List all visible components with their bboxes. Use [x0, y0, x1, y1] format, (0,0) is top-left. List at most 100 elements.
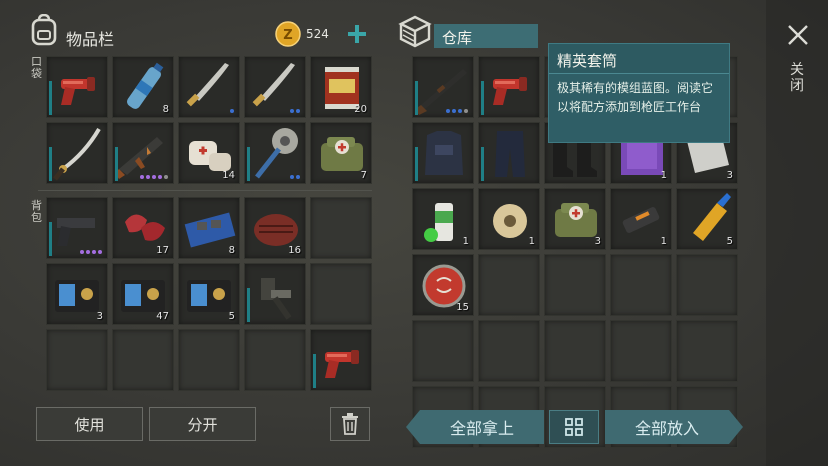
rarity-dot [296, 109, 300, 113]
put-all-button[interactable]: 全部放入 [605, 410, 743, 444]
split-button[interactable]: 分开 [149, 407, 256, 441]
flare-gun-icon [61, 77, 95, 105]
storage-slot[interactable] [412, 122, 474, 184]
storage-slot[interactable] [676, 320, 738, 382]
use-button[interactable]: 使用 [36, 407, 143, 441]
item-count: 1 [462, 236, 469, 247]
storage-slot[interactable] [676, 254, 738, 316]
pocket-grid: 8 20 14 7 [46, 56, 372, 184]
item-count: 8 [228, 245, 235, 256]
storage-slot[interactable] [478, 122, 540, 184]
backpack-slot[interactable] [112, 329, 174, 391]
storage-slot[interactable]: 1 [478, 188, 540, 250]
storage-slot[interactable]: 15 [412, 254, 474, 316]
trash-icon [342, 413, 358, 435]
condition-bar [49, 222, 52, 256]
storage-slot[interactable] [610, 254, 672, 316]
trash-button[interactable] [330, 407, 370, 441]
pocket-slot[interactable]: 20 [310, 56, 372, 118]
backpack-slot[interactable] [244, 263, 306, 325]
storage-slot[interactable] [610, 320, 672, 382]
storage-title: 仓库 [442, 29, 473, 47]
rarity-dots [290, 109, 300, 113]
rarity-dot [464, 109, 468, 113]
backpack-label: 背包 [31, 199, 42, 224]
item-count: 47 [156, 311, 169, 322]
armor-vest-icon [425, 131, 463, 175]
backpack-slot[interactable]: 17 [112, 197, 174, 259]
storage-slot[interactable] [412, 320, 474, 382]
rarity-dots [140, 175, 168, 179]
condition-bar [415, 147, 418, 181]
condition-bar [481, 81, 484, 115]
flare-gun-icon [493, 77, 527, 105]
pocket-slot[interactable] [112, 122, 174, 184]
tooltip-body: 极其稀有的模组蓝图。阅读它以将配方添加到枪匠工作台 [557, 81, 714, 114]
armor-pants-icon [495, 131, 525, 177]
item-count: 14 [222, 170, 235, 181]
storage-slot[interactable] [478, 254, 540, 316]
item-count: 3 [726, 170, 733, 181]
storage-slot[interactable]: 3 [544, 188, 606, 250]
backpack-slot[interactable]: 47 [112, 263, 174, 325]
storage-slot[interactable] [544, 320, 606, 382]
storage-slot[interactable] [478, 320, 540, 382]
backpack-slot[interactable] [46, 197, 108, 259]
condition-bar [49, 81, 52, 115]
backpack-icon [30, 13, 58, 46]
pocket-slot[interactable] [244, 56, 306, 118]
item-count: 3 [594, 236, 601, 247]
item-count: 7 [360, 170, 367, 181]
pocket-label: 口袋 [31, 55, 42, 80]
storage-box-icon [398, 14, 432, 48]
storage-slot[interactable] [412, 56, 474, 118]
backpack-slot[interactable] [178, 329, 240, 391]
grid-sort-icon [565, 418, 583, 436]
sort-grid-button[interactable] [549, 410, 599, 444]
backpack-slot[interactable] [310, 197, 372, 259]
rarity-dot [86, 250, 90, 254]
item-count: 1 [528, 236, 535, 247]
rarity-dot [458, 109, 462, 113]
rarity-dot [152, 175, 156, 179]
pocket-slot[interactable] [46, 56, 108, 118]
pocket-slot[interactable]: 7 [310, 122, 372, 184]
item-count: 5 [228, 311, 235, 322]
rarity-dot [446, 109, 450, 113]
backpack-slot[interactable]: 3 [46, 263, 108, 325]
pocket-slot[interactable] [178, 56, 240, 118]
rarity-dot [158, 175, 162, 179]
backpack-slot[interactable]: 16 [244, 197, 306, 259]
close-panel[interactable]: 关闭 [766, 0, 828, 466]
coin-icon: Z [275, 21, 301, 47]
backpack-grid: 17 8 16 3 47 5 [46, 197, 372, 391]
rarity-dot [290, 109, 294, 113]
condition-bar [415, 81, 418, 115]
take-all-button[interactable]: 全部拿上 [406, 410, 544, 444]
backpack-slot[interactable] [46, 329, 108, 391]
pocket-slot[interactable]: 14 [178, 122, 240, 184]
backpack-slot[interactable] [244, 329, 306, 391]
pocket-slot[interactable] [244, 122, 306, 184]
storage-slot[interactable] [478, 56, 540, 118]
item-tooltip: 精英套筒 极其稀有的模组蓝图。阅读它以将配方添加到枪匠工作台 [548, 43, 730, 143]
backpack-slot[interactable] [310, 329, 372, 391]
take-all-label: 全部拿上 [449, 419, 514, 438]
close-icon[interactable] [787, 24, 809, 46]
tooltip-title: 精英套筒 [549, 44, 729, 74]
add-coins-icon[interactable] [346, 22, 368, 46]
close-label[interactable]: 关闭 [790, 62, 804, 94]
backpack-slot[interactable]: 8 [178, 197, 240, 259]
storage-slot[interactable]: 1 [412, 188, 474, 250]
storage-slot[interactable] [544, 254, 606, 316]
rarity-dot [296, 175, 300, 179]
rarity-dot [140, 175, 144, 179]
backpack-slot[interactable] [310, 263, 372, 325]
storage-slot[interactable]: 5 [676, 188, 738, 250]
pocket-divider [38, 190, 372, 191]
backpack-slot[interactable]: 5 [178, 263, 240, 325]
pocket-slot[interactable]: 8 [112, 56, 174, 118]
storage-title-bar: 仓库 [434, 24, 538, 48]
storage-slot[interactable]: 1 [610, 188, 672, 250]
pocket-slot[interactable] [46, 122, 108, 184]
